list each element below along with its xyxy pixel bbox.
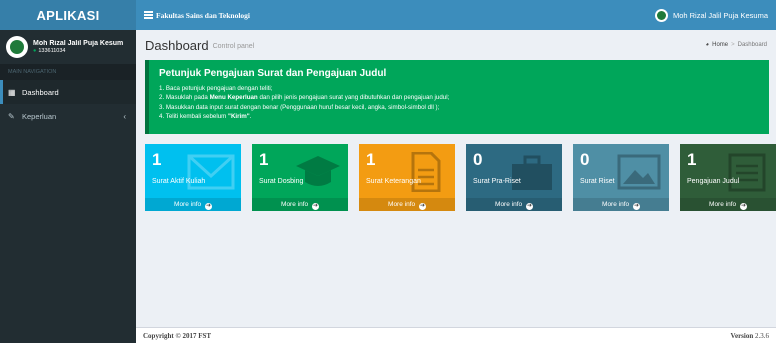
page-subtitle: Control panel (212, 43, 255, 50)
box-label: Surat Dosbing (259, 178, 304, 185)
top-navbar: Fakultas Sains dan Teknologi Moh Rizal J… (136, 0, 776, 30)
graduation-cap-icon (296, 156, 340, 186)
box-count: 0 (580, 150, 590, 169)
online-dot-icon: ● (33, 47, 37, 54)
box-pengajuan-judul: 1 Pengajuan Judul More info ➜ (680, 144, 776, 211)
box-label: Surat Aktif Kuliah (152, 178, 206, 185)
menu-icon[interactable] (144, 10, 153, 20)
more-info-link[interactable]: More info ➜ (252, 198, 348, 211)
breadcrumb-home[interactable]: Home (712, 42, 728, 48)
user-menu-name: Moh Rizal Jalil Puja Kesuma (672, 10, 768, 20)
more-info-link[interactable]: More info ➜ (145, 198, 241, 211)
avatar (6, 36, 28, 58)
chevron-left-icon: ‹ (123, 111, 126, 121)
version-info: Version 2.3.6 (730, 331, 769, 340)
edit-icon: ✎ (8, 111, 15, 121)
user-menu[interactable]: Moh Rizal Jalil Puja Kesuma (654, 8, 768, 22)
box-count: 1 (259, 150, 269, 169)
box-count: 1 (687, 150, 697, 169)
box-count: 1 (152, 150, 162, 169)
envelope-icon (187, 154, 235, 190)
box-surat-riset: 0 Surat Riset More info ➜ (573, 144, 669, 211)
breadcrumb: ◕ Home > Dashboard (705, 42, 767, 48)
box-surat-pra-riset: 0 Surat Pra-Riset More info ➜ (466, 144, 562, 211)
breadcrumb-current: Dashboard (737, 42, 767, 48)
instructions-list: 1. Baca petunjuk pengajuan dengan teliti… (159, 84, 759, 121)
briefcase-icon (512, 155, 552, 190)
sidebar-section-header: MAIN NAVIGATION (0, 64, 136, 80)
instructions-callout: Petunjuk Pengajuan Surat dan Pengajuan J… (145, 60, 769, 134)
document-icon (411, 152, 441, 192)
instruction-item: 1. Baca petunjuk pengajuan dengan teliti… (159, 85, 273, 92)
page-footer: Copyright © 2017 FST Version 2.3.6 (136, 327, 776, 343)
sidebar: Moh Rizal Jalil Puja Kesum ● 133611034 MA… (0, 30, 136, 343)
sidebar-user-id: ● 133611034 (33, 47, 66, 54)
box-count: 0 (473, 150, 483, 169)
box-label: Surat Keterangan (366, 178, 421, 185)
arrow-circle-right-icon: ➜ (311, 203, 319, 210)
user-avatar-icon (654, 8, 668, 22)
app: APLIKASI Fakultas Sains dan Teknologi Mo… (0, 0, 776, 343)
instruction-item: 3. Masukkan data input surat dengan bena… (159, 103, 440, 111)
arrow-circle-right-icon: ➜ (739, 203, 747, 210)
copyright: Copyright © 2017 FST (143, 331, 212, 340)
sidebar-toggle[interactable]: Fakultas Sains dan Teknologi (144, 10, 250, 20)
dashboard-icon: ▦ (8, 87, 16, 97)
content-header: Dashboard Control panel ◕ Home > Dashboa… (136, 30, 776, 60)
box-label: Surat Riset (580, 178, 615, 185)
content-wrapper: Dashboard Control panel ◕ Home > Dashboa… (136, 30, 776, 211)
box-surat-aktif-kuliah: 1 Surat Aktif Kuliah More info ➜ (145, 144, 241, 211)
more-info-link[interactable]: More info ➜ (680, 198, 776, 211)
sidebar-item-keperluan[interactable]: ✎ Keperluan ‹ (0, 104, 136, 128)
instruction-item: 2. Masuklah pada Menu Keperluan dan pili… (159, 94, 450, 102)
home-icon: ◕ (705, 42, 710, 48)
more-info-link[interactable]: More info ➜ (466, 198, 562, 211)
user-panel: Moh Rizal Jalil Puja Kesum ● 133611034 (0, 30, 136, 64)
info-boxes: 1 Surat Aktif Kuliah More info ➜ 1 Surat… (145, 144, 776, 211)
notebook-icon (728, 153, 766, 192)
arrow-circle-right-icon: ➜ (204, 203, 212, 210)
more-info-link[interactable]: More info ➜ (359, 198, 455, 211)
sidebar-item-dashboard[interactable]: ▦ Dashboard (0, 80, 136, 104)
arrow-circle-right-icon: ➜ (418, 203, 426, 210)
callout-title: Petunjuk Pengajuan Surat dan Pengajuan J… (159, 68, 387, 79)
sidebar-item-label: Dashboard (22, 87, 59, 97)
sidebar-item-label: Keperluan (22, 111, 57, 121)
more-info-link[interactable]: More info ➜ (573, 198, 669, 211)
nav-title: Fakultas Sains dan Teknologi (156, 10, 251, 20)
box-surat-dosbing: 1 Surat Dosbing More info ➜ (252, 144, 348, 211)
box-label: Pengajuan Judul (687, 178, 740, 185)
sidebar-user-name: Moh Rizal Jalil Puja Kesum (33, 39, 124, 47)
arrow-circle-right-icon: ➜ (525, 203, 533, 210)
brand-logo[interactable]: APLIKASI (0, 0, 136, 30)
box-count: 1 (366, 150, 376, 169)
arrow-circle-right-icon: ➜ (632, 203, 640, 210)
picture-icon (617, 154, 661, 190)
box-label: Surat Pra-Riset (473, 178, 521, 185)
instruction-item: 4. Teliti kembali sebelum "Kirim". (159, 112, 252, 120)
page-title: Dashboard (145, 37, 209, 53)
box-surat-keterangan: 1 Surat Keterangan More info ➜ (359, 144, 455, 211)
